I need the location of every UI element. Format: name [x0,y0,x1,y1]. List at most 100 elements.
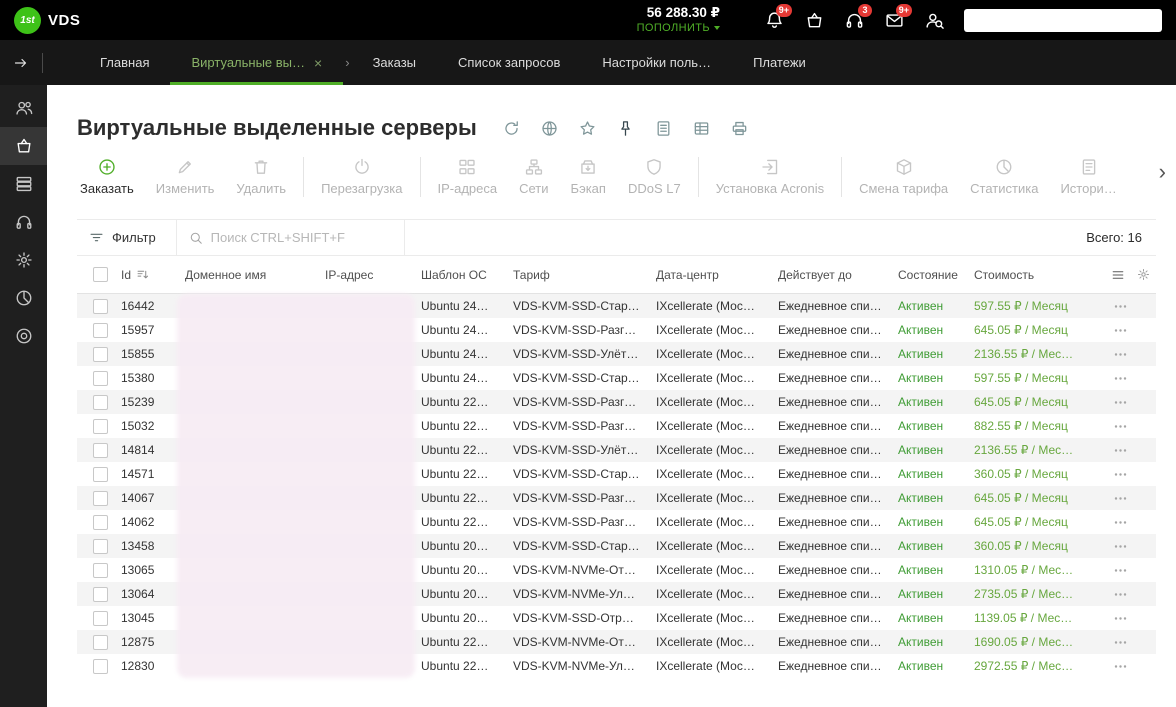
row-checkbox[interactable] [93,562,108,578]
table-row[interactable]: 15957 Ubuntu 24… VDS-KVM-SSD-Разгон-… IXcel… [77,318,1156,342]
row-checkbox[interactable] [93,394,108,410]
table-row[interactable]: 16442 Ubuntu 24… VDS-KVM-SSD-Старт-… IXcell… [77,294,1156,318]
refresh-button[interactable] [503,120,520,137]
column-header-3[interactable]: Шаблон ОС [413,268,505,282]
column-menu-icon[interactable] [1111,268,1125,282]
column-header-5[interactable]: Дата-центр [648,268,770,282]
table-row[interactable]: 14062 Ubuntu 22… VDS-KVM-SSD-Разгон-… IXcel… [77,510,1156,534]
row-menu-button[interactable] [1101,371,1156,386]
table-row[interactable]: 13064 Ubuntu 20… VDS-KVM-NVMe-Улёт… IXcelle… [77,582,1156,606]
row-menu-button[interactable] [1101,395,1156,410]
top-search-input[interactable] [964,8,1162,32]
history-button[interactable]: Истори… [1049,149,1127,205]
pin-button[interactable] [617,120,634,137]
row-checkbox[interactable] [93,538,108,554]
row-checkbox[interactable] [93,514,108,530]
edit-button[interactable]: Изменить [145,149,226,205]
tab-4[interactable]: Настройки поль… [581,40,732,85]
row-menu-button[interactable] [1101,443,1156,458]
row-checkbox[interactable] [93,418,108,434]
row-menu-button[interactable] [1101,491,1156,506]
row-menu-button[interactable] [1101,611,1156,626]
row-checkbox[interactable] [93,322,108,338]
select-all-checkbox[interactable] [93,267,108,282]
column-header-4[interactable]: Тариф [505,268,648,282]
tariff-change-button[interactable]: Смена тарифа [848,149,959,205]
table-row[interactable]: 12875 Ubuntu 22… VDS-KVM-NVMe-Отр… IXceller… [77,630,1156,654]
row-checkbox[interactable] [93,370,108,386]
row-menu-button[interactable] [1101,299,1156,314]
acronis-install-button[interactable]: Установка Acronis [705,149,835,205]
table-row[interactable]: 13065 Ubuntu 20… VDS-KVM-NVMe-Отр… IXceller… [77,558,1156,582]
sidebar-item-headset[interactable] [0,203,47,241]
row-menu-button[interactable] [1101,659,1156,674]
printer-button[interactable] [731,120,748,137]
filter-button[interactable]: Фильтр [77,220,177,255]
table-row[interactable]: 12830 Ubuntu 22… VDS-KVM-NVMe-Улёт… IXcelle… [77,654,1156,678]
tab-5[interactable]: Платежи [732,40,827,85]
column-header-1[interactable]: Доменное имя [177,268,317,282]
reboot-button[interactable]: Перезагрузка [310,149,413,205]
row-checkbox[interactable] [93,490,108,506]
statistics-button[interactable]: Статистика [959,149,1049,205]
table-row[interactable]: 14067 Ubuntu 22… VDS-KVM-SSD-Разгон-… IXcel… [77,486,1156,510]
row-menu-button[interactable] [1101,347,1156,362]
tab-0[interactable]: Главная [79,40,170,85]
table-row[interactable]: 15239 Ubuntu 22… VDS-KVM-SSD-Разгон-… IXcel… [77,390,1156,414]
sidebar-item-users[interactable] [0,89,47,127]
row-menu-button[interactable] [1101,539,1156,554]
star-button[interactable] [579,120,596,137]
row-checkbox[interactable] [93,442,108,458]
table-row[interactable]: 13458 Ubuntu 20… VDS-KVM-SSD-Старт-… IXcell… [77,534,1156,558]
mail-button[interactable]: 9+ [874,3,914,30]
sidebar-item-disc[interactable] [0,317,47,355]
sidebar-item-pie[interactable] [0,279,47,317]
row-checkbox[interactable] [93,658,108,674]
toolbar-scroll-right-button[interactable]: › [1159,161,1166,183]
row-checkbox[interactable] [93,298,108,314]
column-header-6[interactable]: Действует до [770,268,890,282]
sidebar-item-stack[interactable] [0,165,47,203]
sidebar-expand-button[interactable] [0,40,42,85]
row-menu-button[interactable] [1101,467,1156,482]
row-checkbox[interactable] [93,634,108,650]
ddos-l7-button[interactable]: DDoS L7 [617,149,692,205]
table-row[interactable]: 15380 Ubuntu 24… VDS-KVM-SSD-Старт-… IXcell… [77,366,1156,390]
sidebar-item-gear[interactable] [0,241,47,279]
topup-link[interactable]: ПОПОЛНИТЬ [637,22,720,36]
order-button[interactable]: Заказать [69,149,145,205]
column-header-0[interactable]: Id [113,268,177,282]
networks-button[interactable]: Сети [508,149,559,205]
table-search-input[interactable] [210,230,392,245]
person-search-button[interactable] [914,11,954,30]
tab-close-icon[interactable]: × [314,55,322,71]
table-row[interactable]: 14814 Ubuntu 22… VDS-KVM-SSD-Улёт-1… IXcell… [77,438,1156,462]
row-checkbox[interactable] [93,610,108,626]
row-menu-button[interactable] [1101,419,1156,434]
column-settings-gear-icon[interactable] [1137,268,1150,281]
row-checkbox[interactable] [93,466,108,482]
basket-button[interactable] [794,11,834,30]
column-header-8[interactable]: Стоимость [966,268,1101,282]
row-menu-button[interactable] [1101,515,1156,530]
row-menu-button[interactable] [1101,323,1156,338]
table-row[interactable]: 15032 Ubuntu 22… VDS-KVM-SSD-Разгон-… IXcel… [77,414,1156,438]
sort-icon[interactable] [136,268,149,281]
doc-button[interactable] [655,120,672,137]
table-row[interactable]: 13045 Ubuntu 20… VDS-KVM-SSD-Отрыв… IXcelle… [77,606,1156,630]
bell-button[interactable]: 9+ [754,3,794,30]
row-menu-button[interactable] [1101,635,1156,650]
tab-2[interactable]: Заказы [352,40,437,85]
ip-addresses-button[interactable]: IP-адреса [427,149,509,205]
row-menu-button[interactable] [1101,587,1156,602]
table-row[interactable]: 14571 Ubuntu 22… VDS-KVM-SSD-Старт-… IXcell… [77,462,1156,486]
row-checkbox[interactable] [93,586,108,602]
globe-button[interactable] [541,120,558,137]
backup-button[interactable]: Бэкап [560,149,617,205]
tab-3[interactable]: Список запросов [437,40,581,85]
row-checkbox[interactable] [93,346,108,362]
logo[interactable]: 1st VDS [0,6,80,34]
delete-button[interactable]: Удалить [225,149,297,205]
tabledoc-button[interactable] [693,120,710,137]
row-menu-button[interactable] [1101,563,1156,578]
